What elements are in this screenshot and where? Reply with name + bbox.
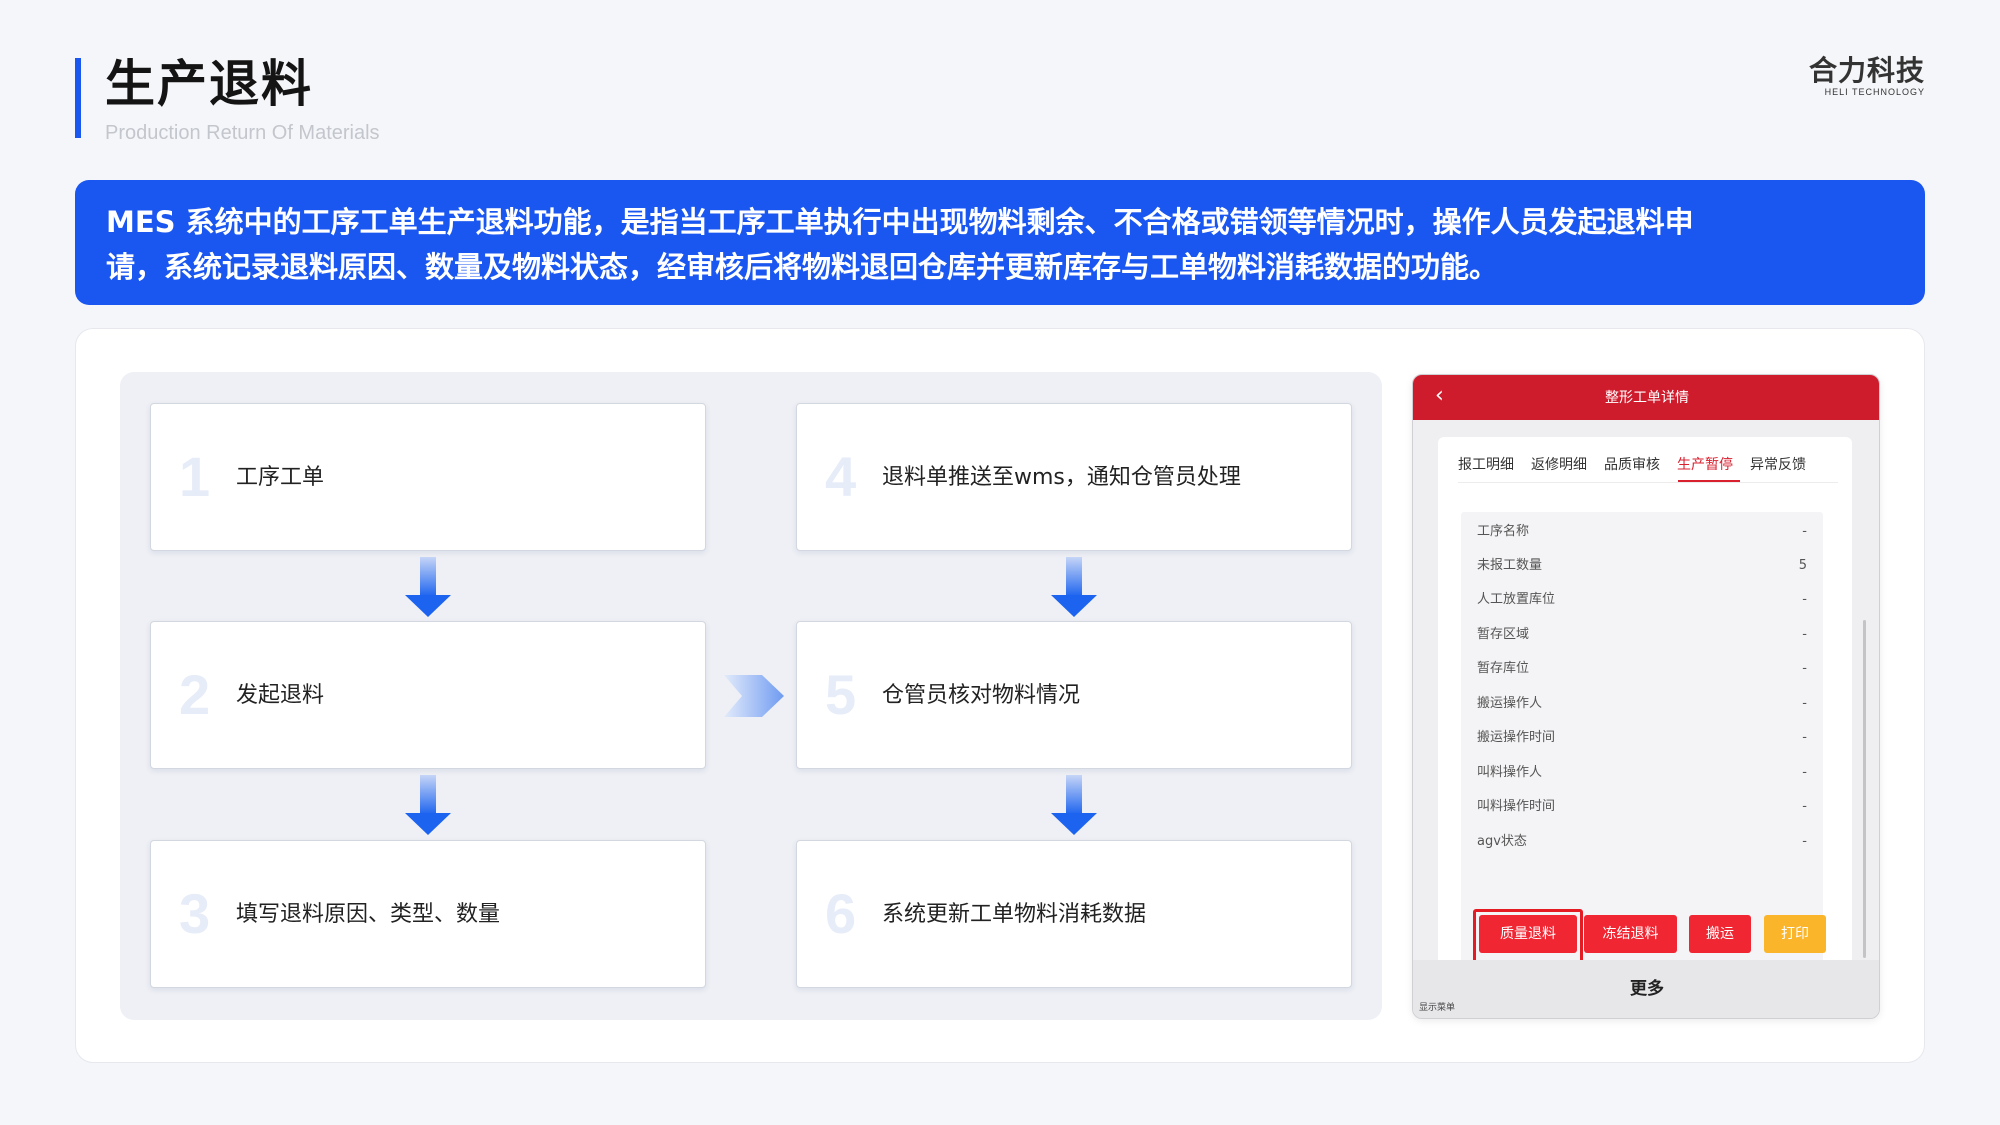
scrollbar[interactable]: [1863, 620, 1866, 958]
step-label: 发起退料: [236, 683, 325, 708]
tab-report-detail[interactable]: 报工明细: [1458, 453, 1514, 477]
banner-line-2: 请，系统记录退料原因、数量及物料状态，经审核后将物料退回仓库并更新库存与工单物料…: [106, 250, 1499, 284]
detail-label: 叫料操作人: [1477, 765, 1543, 780]
detail-card: 报工明细 返修明细 品质审核 生产暂停 异常反馈 工序名称 - 未报工数量 5 人工…: [1438, 437, 1852, 997]
detail-value: -: [1802, 765, 1807, 780]
phone-mockup: ‹ 整形工单详情 报工明细 返修明细 品质审核 生产暂停 异常反馈 工序名称 - …: [1412, 374, 1880, 1019]
detail-label: 搬运操作人: [1477, 696, 1543, 711]
phone-header: ‹ 整形工单详情: [1413, 375, 1879, 420]
detail-label: 工序名称: [1477, 524, 1530, 539]
step-label: 系统更新工单物料消耗数据: [882, 902, 1147, 927]
detail-row: 暂存库位 -: [1477, 658, 1807, 680]
flow-step-4: 4 退料单推送至wms，通知仓管员处理: [796, 403, 1352, 551]
active-tab-indicator: [1678, 480, 1740, 482]
phone-footer: 更多 显示菜单: [1413, 960, 1879, 1018]
step-label: 退料单推送至wms，通知仓管员处理: [882, 465, 1241, 490]
tab-bar: 报工明细 返修明细 品质审核 生产暂停 异常反馈: [1458, 453, 1838, 483]
page-title: 生产退料: [105, 55, 313, 113]
step-number: 2: [179, 663, 211, 726]
flow-step-3: 3 填写退料原因、类型、数量: [150, 840, 706, 988]
step-number: 5: [825, 663, 857, 726]
logo-subtext: HELI TECHNOLOGY: [1824, 87, 1925, 97]
detail-row: 搬运操作人 -: [1477, 693, 1807, 715]
step-label: 工序工单: [236, 465, 325, 490]
detail-value: -: [1802, 834, 1807, 849]
tab-production-pause[interactable]: 生产暂停: [1677, 453, 1733, 477]
detail-value: -: [1802, 799, 1807, 814]
page-subtitle: Production Return Of Materials: [105, 122, 380, 144]
detail-row: 人工放置库位 -: [1477, 589, 1807, 611]
company-logo: 合力科技 HELI TECHNOLOGY: [1795, 54, 1925, 98]
detail-value: -: [1802, 730, 1807, 745]
detail-label: 叫料操作时间: [1477, 799, 1556, 814]
flow-step-5: 5 仓管员核对物料情况: [796, 621, 1352, 769]
detail-row: 未报工数量 5: [1477, 555, 1807, 577]
more-button[interactable]: 更多: [1413, 974, 1879, 999]
detail-label: 人工放置库位: [1477, 592, 1556, 607]
detail-value: -: [1802, 592, 1807, 607]
arrow-down-icon: [405, 775, 451, 835]
title-accent-bar: [75, 58, 81, 138]
banner-line-1: MES 系统中的工序工单生产退料功能，是指当工序工单执行中出现物料剩余、不合格或…: [106, 205, 1694, 239]
arrow-down-icon: [1051, 775, 1097, 835]
print-button[interactable]: 打印: [1764, 915, 1826, 953]
detail-row: 叫料操作人 -: [1477, 762, 1807, 784]
freeze-return-button[interactable]: 冻结退料: [1584, 915, 1677, 953]
step-number: 1: [179, 445, 211, 508]
detail-row: agv状态 -: [1477, 831, 1807, 853]
step-number: 3: [179, 882, 211, 945]
tab-repair-detail[interactable]: 返修明细: [1531, 453, 1587, 477]
step-number: 6: [825, 882, 857, 945]
step-number: 4: [825, 445, 857, 508]
description-banner: MES 系统中的工序工单生产退料功能，是指当工序工单执行中出现物料剩余、不合格或…: [75, 180, 1925, 305]
detail-value: -: [1802, 627, 1807, 642]
arrow-down-icon: [1051, 557, 1097, 617]
flow-step-6: 6 系统更新工单物料消耗数据: [796, 840, 1352, 988]
detail-label: 暂存区域: [1477, 627, 1530, 642]
show-menu-link[interactable]: 显示菜单: [1419, 1000, 1455, 1013]
detail-label: 暂存库位: [1477, 661, 1530, 676]
detail-label: 未报工数量: [1477, 558, 1543, 573]
detail-row: 搬运操作时间 -: [1477, 727, 1807, 749]
detail-row: 叫料操作时间 -: [1477, 796, 1807, 818]
tab-exception-feedback[interactable]: 异常反馈: [1750, 453, 1806, 477]
detail-value: -: [1802, 661, 1807, 676]
logo-text: 合力科技: [1808, 54, 1925, 87]
detail-value: -: [1802, 696, 1807, 711]
detail-row: 工序名称 -: [1477, 521, 1807, 543]
flow-step-1: 1 工序工单: [150, 403, 706, 551]
transport-button[interactable]: 搬运: [1689, 915, 1751, 953]
detail-label: agv状态: [1477, 834, 1527, 849]
step-label: 仓管员核对物料情况: [882, 683, 1081, 708]
detail-label: 搬运操作时间: [1477, 730, 1556, 745]
detail-value: 5: [1798, 558, 1807, 573]
arrow-down-icon: [405, 557, 451, 617]
phone-title: 整形工单详情: [1605, 390, 1689, 406]
detail-row: 暂存区域 -: [1477, 624, 1807, 646]
flow-step-2: 2 发起退料: [150, 621, 706, 769]
tab-quality-review[interactable]: 品质审核: [1604, 453, 1660, 477]
arrow-right-icon: [724, 675, 784, 717]
detail-value: -: [1802, 524, 1807, 539]
step-label: 填写退料原因、类型、数量: [236, 902, 501, 927]
